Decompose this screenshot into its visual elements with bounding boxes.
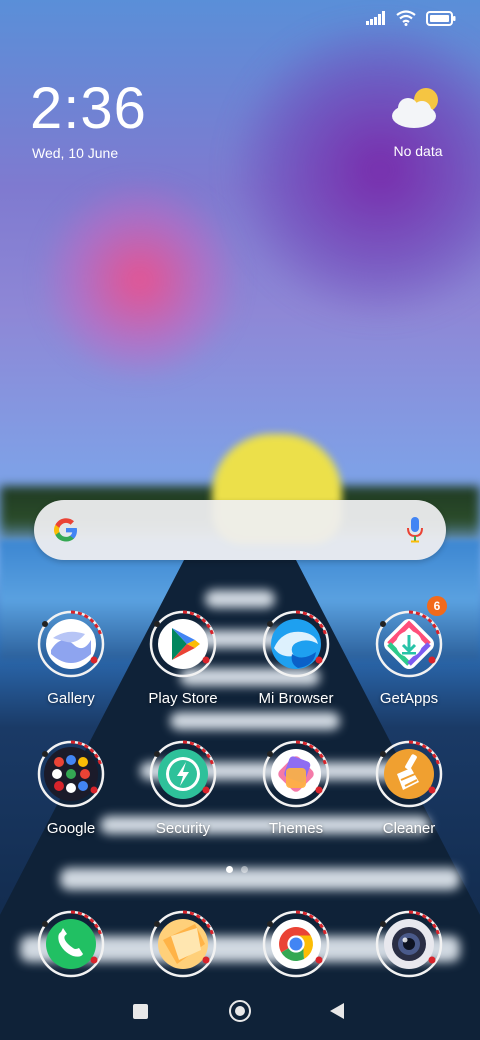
google-search-bar[interactable] bbox=[34, 500, 446, 560]
battery-icon bbox=[426, 10, 456, 31]
app-play-store[interactable]: Play Store bbox=[128, 610, 238, 707]
clock-date[interactable]: Wed, 10 June bbox=[32, 145, 118, 161]
app-label: GetApps bbox=[379, 690, 439, 707]
wallpaper-purple-glow bbox=[220, 20, 480, 320]
page-dot bbox=[241, 866, 248, 873]
weather-widget[interactable]: No data bbox=[378, 86, 458, 159]
page-indicator bbox=[226, 866, 248, 873]
camera-icon bbox=[375, 910, 443, 978]
getapps-icon: 6 bbox=[375, 596, 447, 678]
google-folder-icon bbox=[37, 740, 105, 808]
partly-cloudy-icon bbox=[390, 88, 446, 136]
wifi-icon bbox=[396, 10, 416, 31]
home-button[interactable] bbox=[229, 1000, 251, 1022]
status-bar bbox=[366, 10, 456, 31]
app-label: Mi Browser bbox=[258, 690, 334, 707]
page-dot-active bbox=[226, 866, 233, 873]
app-label: Cleaner bbox=[382, 820, 436, 837]
recents-button[interactable] bbox=[133, 1004, 148, 1019]
phone-icon bbox=[37, 910, 105, 978]
notification-badge: 6 bbox=[427, 596, 447, 616]
signal-icon bbox=[366, 11, 386, 30]
weather-text: No data bbox=[393, 143, 443, 159]
mic-icon[interactable] bbox=[406, 516, 424, 549]
chrome-icon bbox=[262, 910, 330, 978]
app-security[interactable]: Security bbox=[128, 740, 238, 837]
clock-time[interactable]: 2:36 bbox=[30, 80, 147, 138]
folder-google[interactable]: Google bbox=[16, 740, 126, 837]
app-label: Gallery bbox=[47, 690, 95, 707]
app-cleaner[interactable]: Cleaner bbox=[354, 740, 464, 837]
wallpaper-plank bbox=[60, 868, 460, 890]
wallpaper-pink-glow bbox=[40, 180, 240, 380]
app-themes[interactable]: Themes bbox=[241, 740, 351, 837]
mi-browser-icon bbox=[262, 610, 330, 678]
security-icon bbox=[149, 740, 217, 808]
themes-icon bbox=[262, 740, 330, 808]
gallery-icon bbox=[37, 610, 105, 678]
app-mi-browser[interactable]: Mi Browser bbox=[241, 610, 351, 707]
app-gallery[interactable]: Gallery bbox=[16, 610, 126, 707]
google-g-icon bbox=[52, 516, 80, 549]
app-label: Themes bbox=[268, 820, 324, 837]
app-label: Play Store bbox=[148, 690, 218, 707]
play-store-icon bbox=[149, 610, 217, 678]
app-label: Google bbox=[46, 820, 96, 837]
app-getapps[interactable]: 6 GetApps bbox=[354, 596, 464, 707]
dock-chrome[interactable] bbox=[241, 910, 351, 978]
wallpaper-plank bbox=[170, 712, 340, 730]
dock-phone[interactable] bbox=[16, 910, 126, 978]
app-label: Security bbox=[155, 820, 211, 837]
back-button[interactable] bbox=[330, 1003, 344, 1019]
notes-icon bbox=[149, 910, 217, 978]
dock-notes[interactable] bbox=[128, 910, 238, 978]
navigation-bar bbox=[0, 990, 480, 1034]
wallpaper-plank bbox=[205, 590, 275, 608]
cleaner-icon bbox=[375, 740, 443, 808]
dock-camera[interactable] bbox=[354, 910, 464, 978]
